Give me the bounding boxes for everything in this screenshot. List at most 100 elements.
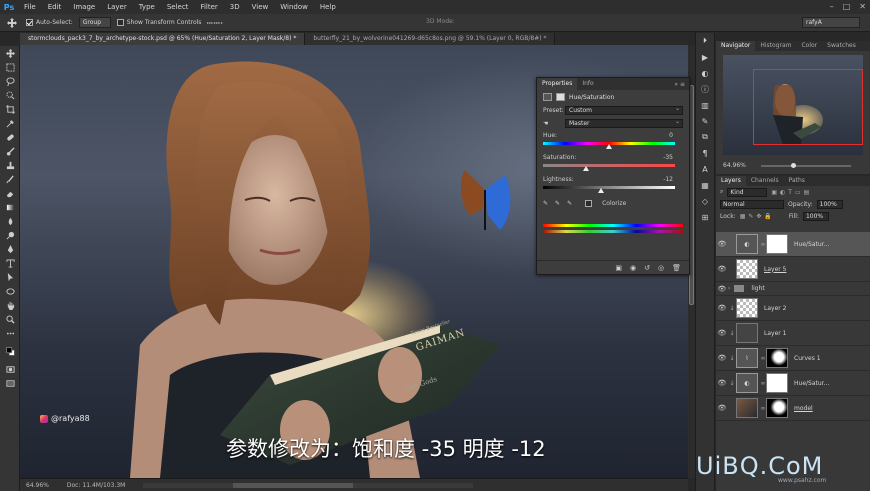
status-zoom[interactable]: 64.96%: [26, 482, 49, 489]
delete-icon[interactable]: 🗑: [672, 264, 681, 272]
clone-stamp-tool-icon[interactable]: [0, 158, 20, 172]
menu-3d[interactable]: 3D: [224, 3, 246, 11]
navigator-zoom[interactable]: 64.96%: [723, 162, 746, 169]
clip-to-layer-icon[interactable]: ▣: [615, 264, 622, 272]
menu-window[interactable]: Window: [274, 3, 314, 11]
eye-icon[interactable]: 👁: [716, 285, 728, 293]
saturation-value[interactable]: -35: [663, 154, 673, 161]
move-tool-icon[interactable]: [0, 46, 20, 60]
clone-source-icon[interactable]: ⧉: [696, 129, 714, 145]
menu-select[interactable]: Select: [161, 3, 195, 11]
eye-icon[interactable]: 👁: [716, 354, 728, 362]
saturation-slider-knob[interactable]: [582, 166, 589, 171]
type-tool-icon[interactable]: [0, 256, 20, 270]
menu-filter[interactable]: Filter: [194, 3, 223, 11]
eyedropper-icon[interactable]: ✎: [543, 200, 548, 207]
history-icon[interactable]: ⏵: [696, 33, 714, 49]
layer-name[interactable]: Hue/Satur...: [794, 380, 829, 387]
menu-file[interactable]: File: [18, 3, 42, 11]
brush-tool-icon[interactable]: [0, 144, 20, 158]
path-select-tool-icon[interactable]: [0, 270, 20, 284]
mask-thumbnail[interactable]: [766, 234, 788, 254]
timeline-icon[interactable]: ⊞: [696, 209, 714, 225]
dodge-tool-icon[interactable]: [0, 228, 20, 242]
blur-tool-icon[interactable]: [0, 214, 20, 228]
shape-tool-icon[interactable]: [0, 284, 20, 298]
gradient-tool-icon[interactable]: [0, 200, 20, 214]
layer-row[interactable]: 👁 ↓ ◐ ∞ Hue/Satur...: [716, 371, 870, 396]
layer-name[interactable]: Curves 1: [794, 355, 821, 362]
pen-tool-icon[interactable]: [0, 242, 20, 256]
marquee-tool-icon[interactable]: [0, 60, 20, 74]
layer-row[interactable]: 👁 ↓ Layer 2: [716, 296, 870, 321]
hand-tool-icon[interactable]: [0, 298, 20, 312]
tab-histogram[interactable]: Histogram: [755, 41, 796, 51]
layer-name[interactable]: model: [794, 405, 813, 412]
visibility-icon[interactable]: ◎: [658, 264, 664, 272]
hand-adjust-icon[interactable]: ☚: [543, 120, 565, 127]
panel-menu-icon[interactable]: » ≡: [674, 81, 685, 88]
menu-type[interactable]: Type: [133, 3, 161, 11]
brush-presets-icon[interactable]: ✎: [696, 113, 714, 129]
doc-tab-stormclouds[interactable]: stormclouds_pack3_7_by_archetype-stock.p…: [20, 33, 306, 45]
layer-row[interactable]: 👁 ◐ ∞ Hue/Satur...: [716, 232, 870, 257]
eyedropper-tool-icon[interactable]: [0, 116, 20, 130]
minimize-button[interactable]: –: [830, 2, 834, 11]
mask-icon[interactable]: [556, 93, 565, 101]
eye-icon[interactable]: 👁: [716, 379, 728, 387]
lightness-slider-track[interactable]: [543, 186, 675, 189]
eye-icon[interactable]: 👁: [716, 240, 728, 248]
close-button[interactable]: ✕: [859, 2, 866, 11]
tab-swatches[interactable]: Swatches: [822, 41, 861, 51]
healing-brush-tool-icon[interactable]: [0, 130, 20, 144]
eyedropper-plus-icon[interactable]: ✎: [555, 200, 560, 207]
layer-name[interactable]: Hue/Satur...: [794, 241, 829, 248]
quick-mask-icon[interactable]: [0, 362, 20, 376]
mask-thumbnail[interactable]: [766, 398, 788, 418]
fill-field[interactable]: 100%: [802, 211, 829, 221]
layer-row[interactable]: 👁 ↓ ⌇ ∞ Curves 1: [716, 346, 870, 371]
colorize-checkbox[interactable]: [585, 199, 593, 207]
menu-view[interactable]: View: [246, 3, 275, 11]
menu-image[interactable]: Image: [67, 3, 101, 11]
zoom-tool-icon[interactable]: [0, 312, 20, 326]
blend-mode-dropdown[interactable]: Normal: [720, 199, 784, 209]
layer-row[interactable]: 👁 ↓ Layer 1: [716, 321, 870, 346]
eraser-tool-icon[interactable]: [0, 186, 20, 200]
reset-icon[interactable]: ↺: [644, 264, 650, 272]
show-transform-checkbox[interactable]: Show Transform Controls: [116, 19, 201, 26]
layer-group-row[interactable]: 👁 › light: [716, 282, 870, 296]
eye-icon[interactable]: 👁: [716, 265, 728, 273]
auto-select-checkbox[interactable]: Auto-Select:: [26, 19, 73, 26]
doc-tab-butterfly[interactable]: butterfly_21_by_wolverine041269-d65c8os.…: [305, 33, 556, 45]
layer-name[interactable]: light: [751, 285, 764, 292]
hue-value[interactable]: 0: [669, 132, 673, 139]
actions-icon[interactable]: ▶: [696, 49, 714, 65]
layer-row[interactable]: 👁 ∞ model: [716, 396, 870, 421]
adjustment-layer-icon[interactable]: [543, 93, 552, 101]
libraries-icon[interactable]: ▥: [696, 97, 714, 113]
menu-layer[interactable]: Layer: [101, 3, 133, 11]
tab-layers[interactable]: Layers: [716, 176, 746, 186]
tab-properties[interactable]: Properties: [537, 78, 578, 90]
character-icon[interactable]: A: [696, 161, 714, 177]
screen-mode-icon[interactable]: [0, 376, 20, 390]
canvas-horizontal-scrollbar[interactable]: [143, 482, 474, 488]
lasso-tool-icon[interactable]: [0, 74, 20, 88]
tab-paths[interactable]: Paths: [784, 176, 810, 186]
eye-icon[interactable]: 👁: [716, 304, 728, 312]
layer-name[interactable]: Layer 1: [764, 330, 786, 337]
align-icons[interactable]: [207, 17, 223, 29]
move-tool-icon[interactable]: [4, 17, 20, 29]
more-tools-icon[interactable]: [0, 326, 20, 340]
navigator-thumbnail[interactable]: [723, 55, 863, 155]
eye-icon[interactable]: 👁: [716, 404, 728, 412]
layer-name[interactable]: Layer 2: [764, 305, 786, 312]
eye-icon[interactable]: 👁: [716, 329, 728, 337]
crop-tool-icon[interactable]: [0, 102, 20, 116]
hue-slider-knob[interactable]: [606, 144, 612, 149]
history-brush-tool-icon[interactable]: [0, 172, 20, 186]
tab-navigator[interactable]: Navigator: [716, 41, 756, 51]
menu-help[interactable]: Help: [314, 3, 342, 11]
quick-select-tool-icon[interactable]: [0, 88, 20, 102]
